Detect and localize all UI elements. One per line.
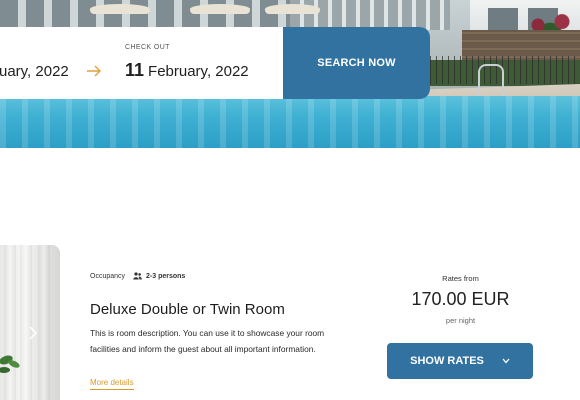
room-curtain — [38, 245, 50, 400]
carousel-next-button[interactable] — [26, 326, 40, 342]
occupancy-info: Occupancy 2-3 persons — [90, 272, 185, 280]
room-title: Deluxe Double or Twin Room — [90, 301, 285, 318]
hero-umbrella — [190, 4, 250, 14]
per-night-label: per night — [445, 316, 476, 325]
hero-umbrella — [265, 4, 320, 14]
show-rates-button[interactable]: SHOW RATES — [387, 343, 533, 379]
hero-building-mid — [290, 0, 450, 30]
checkout-day: 11 — [125, 60, 145, 80]
hero-railing — [430, 56, 580, 84]
room-description: This is room description. You can use it… — [90, 328, 325, 354]
hero-umbrella — [90, 4, 150, 14]
occupancy-label: Occupancy — [90, 272, 126, 280]
chevron-right-icon — [29, 326, 38, 340]
arrow-right-icon — [87, 65, 101, 77]
booking-bar: ruary, 2022 CHECK OUT 11 February, 2022 S… — [0, 27, 430, 99]
checkout-date[interactable]: 11 February, 2022 — [125, 60, 249, 81]
checkin-date[interactable]: ruary, 2022 — [0, 63, 69, 80]
hero-building-left — [0, 0, 300, 30]
hero-pool-ladder — [478, 64, 504, 96]
room-price: 170.00 EUR — [411, 289, 510, 309]
rates-from-label: Rates from — [442, 274, 479, 283]
more-details-link[interactable]: More details — [90, 378, 134, 390]
chevron-down-icon — [502, 358, 510, 364]
search-now-button[interactable]: SEARCH NOW — [283, 27, 430, 99]
occupancy-value: 2-3 persons — [146, 272, 186, 280]
persons-icon — [133, 272, 142, 280]
checkout-month-year: February, 2022 — [148, 63, 249, 80]
show-rates-label: SHOW RATES — [410, 355, 484, 367]
hero-pool — [0, 96, 580, 148]
plant-icon — [0, 355, 20, 373]
checkout-label: CHECK OUT — [125, 44, 170, 51]
